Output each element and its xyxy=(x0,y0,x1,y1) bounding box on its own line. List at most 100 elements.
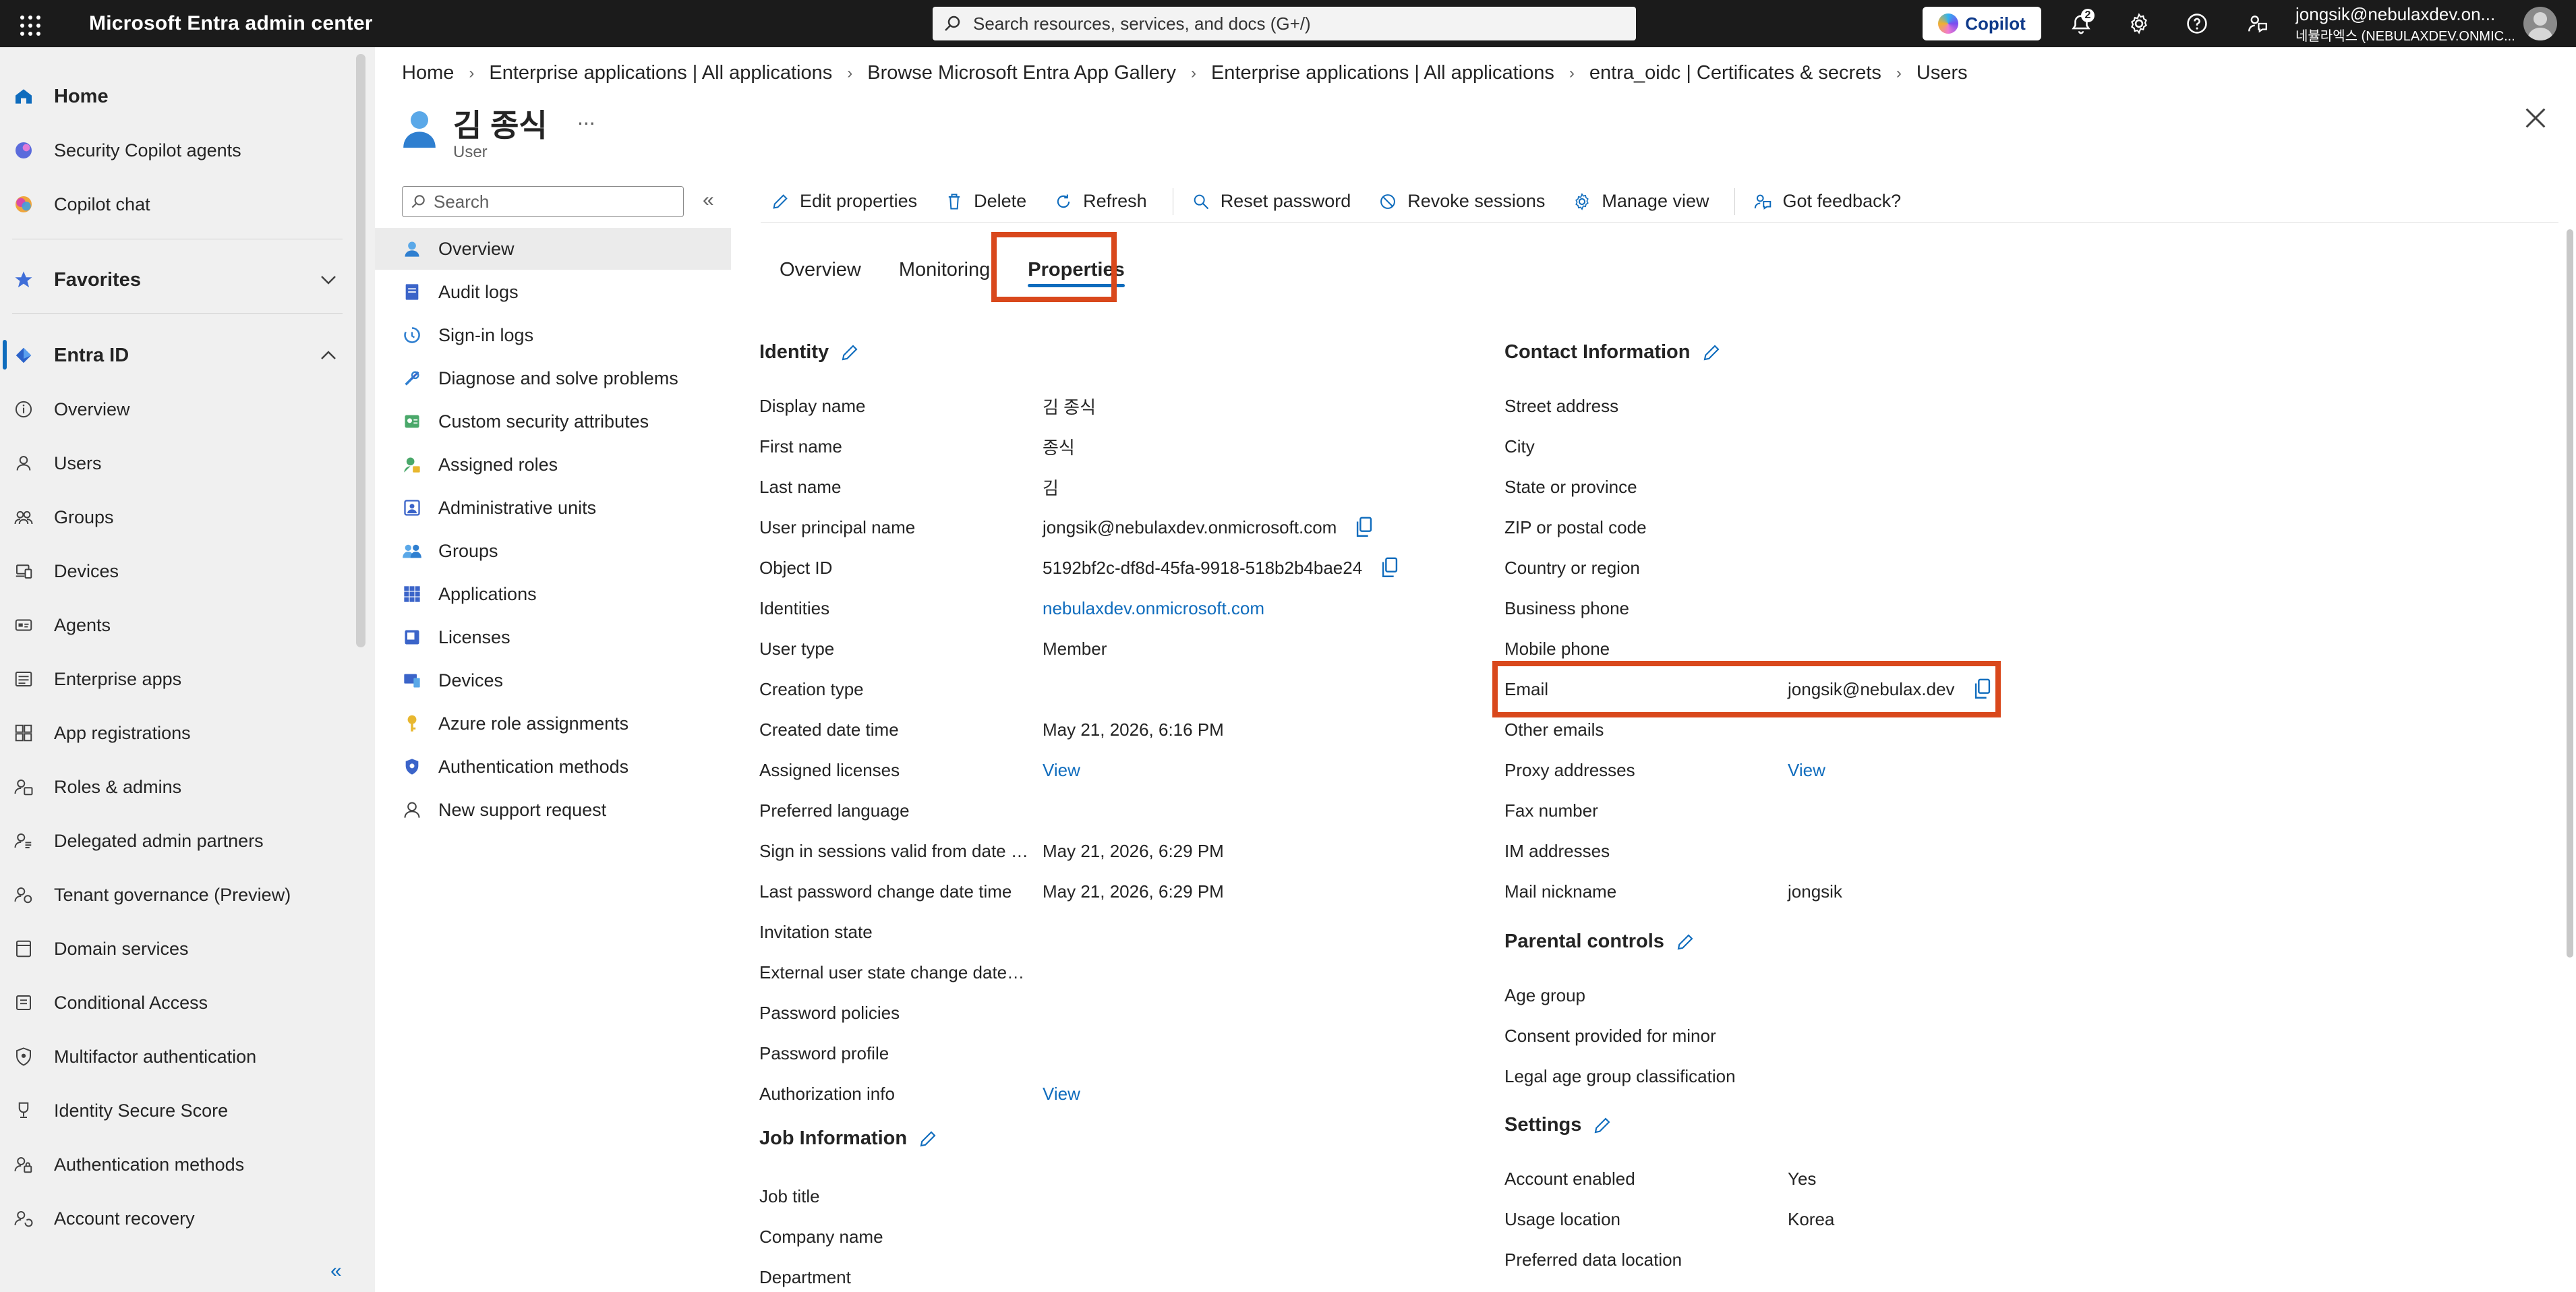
breadcrumb-item[interactable]: Enterprise applications | All applicatio… xyxy=(1211,62,1554,84)
property-value: 종식 xyxy=(1043,434,1075,459)
feedback-button[interactable]: Got feedback? xyxy=(1753,191,1901,212)
collapse-menu-icon[interactable]: « xyxy=(703,189,714,212)
nav-item-roles-admins[interactable]: Roles & admins xyxy=(0,763,351,811)
breadcrumb-item[interactable]: entra_oidc | Certificates & secrets xyxy=(1589,62,1881,84)
app-title[interactable]: Microsoft Entra admin center xyxy=(89,12,373,35)
nav-item-favorites[interactable]: Favorites xyxy=(0,256,351,303)
more-options-icon[interactable]: ... xyxy=(577,105,595,130)
close-icon[interactable] xyxy=(2522,105,2549,131)
nav-item-devices[interactable]: Devices xyxy=(0,548,351,595)
notifications-button[interactable]: 2 xyxy=(2069,9,2095,36)
delete-button[interactable]: Delete xyxy=(944,191,1026,212)
feedback-icon xyxy=(2248,16,2267,33)
menu-item-devices[interactable]: Devices xyxy=(375,659,731,701)
manage-view-button[interactable]: Manage view xyxy=(1572,191,1709,212)
section-identity: Identity xyxy=(759,341,860,363)
menu-item-azure-role-assignments[interactable]: Azure role assignments xyxy=(375,703,731,744)
menu-item-authentication-methods[interactable]: Authentication methods xyxy=(375,746,731,788)
property-value-link[interactable]: View xyxy=(1043,1084,1080,1105)
global-search-input[interactable]: Search resources, services, and docs (G+… xyxy=(933,7,1636,40)
property-label: Creation type xyxy=(759,678,864,699)
property-label: Authorization info xyxy=(759,1083,895,1104)
menu-item-new-support-request[interactable]: New support request xyxy=(375,789,731,831)
menu-item-sign-in-logs[interactable]: Sign-in logs xyxy=(375,314,731,356)
nav-item-multifactor-authentication[interactable]: Multifactor authentication xyxy=(0,1033,351,1080)
nav-item-security-copilot-agents[interactable]: Security Copilot agents xyxy=(0,127,351,174)
nav-item-home[interactable]: Home xyxy=(0,73,351,120)
property-value-text[interactable]: nebulaxdev.onmicrosoft.com xyxy=(1043,598,1264,619)
collapse-nav-icon[interactable]: « xyxy=(330,1260,342,1283)
account-manager[interactable]: jongsik@nebulaxdev.on... 네뷸라엑스 (NEBULAXD… xyxy=(2295,4,2518,45)
copilot-button[interactable]: Copilot xyxy=(1923,7,2041,40)
nav-item-app-registrations[interactable]: App registrations xyxy=(0,709,351,757)
property-value-text[interactable]: View xyxy=(1788,760,1825,781)
feedback-button[interactable] xyxy=(2246,11,2270,36)
property-value-link[interactable]: View xyxy=(1788,760,1825,781)
app-launcher-icon[interactable] xyxy=(16,11,40,36)
tab-overview[interactable]: Overview xyxy=(761,243,880,297)
account-avatar[interactable] xyxy=(2523,7,2557,40)
menu-item-administrative-units[interactable]: Administrative units xyxy=(375,487,731,529)
copy-icon[interactable] xyxy=(1354,516,1374,539)
nav-item-groups[interactable]: Groups xyxy=(0,494,351,541)
entra-icon xyxy=(12,344,35,367)
copy-icon[interactable] xyxy=(1380,556,1400,579)
property-value-text[interactable]: View xyxy=(1043,760,1080,781)
property-label: Job title xyxy=(759,1185,820,1206)
chevron-up-icon[interactable] xyxy=(318,345,339,365)
nav-item-tenant-governance[interactable]: Tenant governance (Preview) xyxy=(0,871,351,918)
nav-item-conditional-access[interactable]: Conditional Access xyxy=(0,979,351,1026)
refresh-button[interactable]: Refresh xyxy=(1053,191,1147,212)
edit-pencil-icon[interactable] xyxy=(918,1129,938,1149)
nav-item-account-recovery[interactable]: Account recovery xyxy=(0,1195,351,1242)
admin-units-icon xyxy=(402,498,422,518)
menu-item-overview[interactable]: Overview xyxy=(375,228,731,270)
nav-item-agents[interactable]: Agents xyxy=(0,601,351,649)
block-icon xyxy=(1378,192,1398,212)
nav-item-copilot-chat[interactable]: Copilot chat xyxy=(0,181,351,228)
breadcrumb-item[interactable]: Browse Microsoft Entra App Gallery xyxy=(867,62,1176,84)
menu-item-label: Administrative units xyxy=(438,497,597,518)
menu-item-groups[interactable]: Groups xyxy=(375,530,731,572)
edit-pencil-icon[interactable] xyxy=(1675,932,1695,952)
breadcrumb-item[interactable]: Enterprise applications | All applicatio… xyxy=(489,62,832,84)
content-scrollbar[interactable] xyxy=(2567,229,2573,958)
breadcrumb-item[interactable]: Users xyxy=(1916,62,1968,84)
nav-item-identity-secure-score[interactable]: Identity Secure Score xyxy=(0,1087,351,1134)
nav-item-users[interactable]: Users xyxy=(0,440,351,487)
menu-item-audit-logs[interactable]: Audit logs xyxy=(375,271,731,313)
property-value-link[interactable]: View xyxy=(1043,760,1080,781)
property-label: Password profile xyxy=(759,1043,889,1063)
edit-pencil-icon[interactable] xyxy=(840,343,860,363)
settings-button[interactable] xyxy=(2127,11,2151,36)
menu-item-diagnose-solve[interactable]: Diagnose and solve problems xyxy=(375,357,731,399)
menu-item-custom-security-attributes[interactable]: Custom security attributes xyxy=(375,401,731,442)
nav-item-delegated-admin-partners[interactable]: Delegated admin partners xyxy=(0,817,351,864)
property-value-text[interactable]: View xyxy=(1043,1084,1080,1105)
nav-item-authentication-methods[interactable]: Authentication methods xyxy=(0,1141,351,1188)
property-row: IM addresses xyxy=(1504,831,2395,871)
tab-monitoring[interactable]: Monitoring xyxy=(880,243,1009,297)
property-value-link[interactable]: nebulaxdev.onmicrosoft.com xyxy=(1043,598,1264,619)
revoke-sessions-button[interactable]: Revoke sessions xyxy=(1378,191,1545,212)
edit-pencil-icon[interactable] xyxy=(1701,343,1722,363)
nav-item-entra-id[interactable]: Entra ID xyxy=(0,332,351,379)
gear-icon xyxy=(1572,192,1592,212)
nav-item-overview[interactable]: Overview xyxy=(0,386,351,433)
nav-item-label: Favorites xyxy=(54,268,141,291)
edit-properties-button[interactable]: Edit properties xyxy=(770,191,917,212)
chevron-down-icon[interactable] xyxy=(318,270,339,290)
menu-item-assigned-roles[interactable]: Assigned roles xyxy=(375,444,731,486)
menu-item-applications[interactable]: Applications xyxy=(375,573,731,615)
left-nav-scrollbar[interactable] xyxy=(356,54,365,647)
help-button[interactable] xyxy=(2185,11,2209,36)
trash-icon xyxy=(944,192,964,212)
nav-item-domain-services[interactable]: Domain services xyxy=(0,925,351,972)
nav-item-enterprise-apps[interactable]: Enterprise apps xyxy=(0,655,351,703)
breadcrumb-item[interactable]: Home xyxy=(402,62,454,84)
menu-item-licenses[interactable]: Licenses xyxy=(375,616,731,658)
reset-password-button[interactable]: Reset password xyxy=(1191,191,1351,212)
resource-menu-search-input[interactable]: Search xyxy=(402,186,684,217)
nav-item-label: Copilot chat xyxy=(54,194,150,214)
edit-pencil-icon[interactable] xyxy=(1592,1115,1612,1136)
